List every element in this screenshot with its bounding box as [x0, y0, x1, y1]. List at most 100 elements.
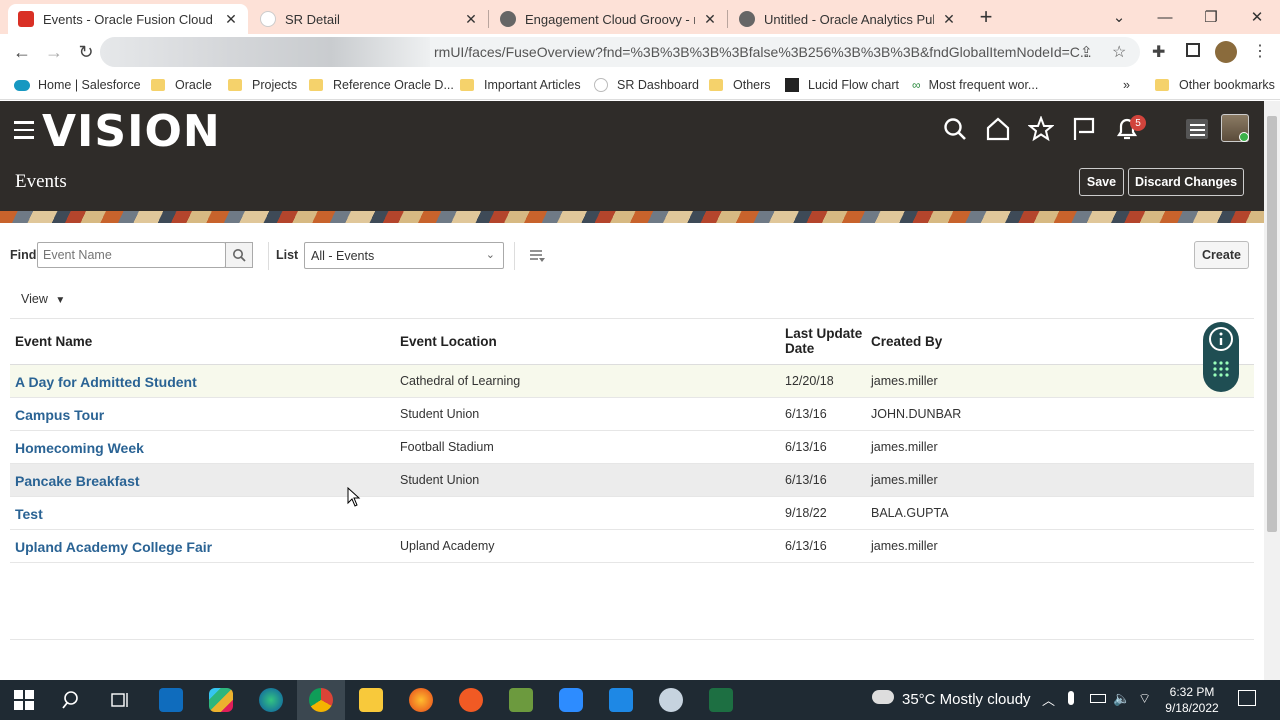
- event-name-link[interactable]: Upland Academy College Fair: [15, 539, 212, 555]
- search-icon[interactable]: [942, 116, 968, 142]
- edge-icon[interactable]: [259, 688, 283, 712]
- event-name-link[interactable]: A Day for Admitted Student: [15, 374, 197, 390]
- last-update-date: 6/13/16: [785, 440, 827, 454]
- home-icon[interactable]: [985, 116, 1011, 142]
- profile-avatar-icon[interactable]: [1215, 41, 1237, 63]
- close-icon[interactable]: ✕: [464, 11, 478, 28]
- bookmark-reference[interactable]: Reference Oracle D...: [309, 76, 454, 94]
- taskbar-search-icon[interactable]: [62, 690, 82, 710]
- column-header-event-name[interactable]: Event Name: [15, 334, 92, 349]
- tab-divider: [727, 10, 728, 28]
- back-icon[interactable]: ←: [10, 40, 34, 64]
- restore-button[interactable]: ❐: [1188, 4, 1234, 30]
- table-row[interactable]: Upland Academy College Fair Upland Acade…: [10, 530, 1254, 563]
- volume-icon[interactable]: 🔈: [1113, 690, 1130, 707]
- favorites-star-icon[interactable]: [1028, 116, 1054, 142]
- table-row[interactable]: Campus Tour Student Union 6/13/16 JOHN.D…: [10, 398, 1254, 431]
- tab-search-icon[interactable]: ⌄: [1096, 4, 1142, 30]
- bookmark-sr-dashboard[interactable]: SR Dashboard: [594, 76, 699, 94]
- event-name-link[interactable]: Campus Tour: [15, 407, 104, 423]
- settings-list-icon[interactable]: [1184, 116, 1210, 142]
- bookmark-lucid[interactable]: Lucid Flow chart: [785, 76, 899, 94]
- snip-icon[interactable]: [659, 688, 683, 712]
- column-header-last-update-date[interactable]: Last Update Date: [785, 326, 862, 356]
- hamburger-menu-icon[interactable]: [14, 121, 34, 139]
- firefox-icon[interactable]: [409, 688, 433, 712]
- view-menu[interactable]: View ▼: [21, 292, 65, 306]
- postman-icon[interactable]: [459, 688, 483, 712]
- table-row[interactable]: Test 9/18/22 BALA.GUPTA: [10, 497, 1254, 530]
- slack-icon[interactable]: [209, 688, 233, 712]
- windows-start-icon[interactable]: [14, 690, 34, 710]
- divider: [268, 242, 269, 270]
- chrome-icon[interactable]: [309, 688, 333, 712]
- bookmark-others[interactable]: Others: [709, 76, 771, 94]
- side-panel-icon[interactable]: [1186, 43, 1200, 57]
- minimize-button[interactable]: —: [1142, 4, 1188, 30]
- browser-tab-groovy[interactable]: Engagement Cloud Groovy - repl ✕: [490, 4, 727, 34]
- scrollbar-thumb[interactable]: [1267, 116, 1277, 532]
- info-icon[interactable]: [1208, 326, 1234, 352]
- forward-icon[interactable]: →: [42, 40, 66, 64]
- bookmark-label: Other bookmarks: [1179, 78, 1275, 92]
- table-row[interactable]: Homecoming Week Football Stadium 6/13/16…: [10, 431, 1254, 464]
- excel-icon[interactable]: [709, 688, 733, 712]
- browser-tab-events[interactable]: Events - Oracle Fusion Cloud App ✕: [8, 4, 248, 34]
- chevron-up-icon[interactable]: ︿: [1042, 690, 1055, 709]
- filter-settings-icon[interactable]: [528, 247, 546, 265]
- extensions-icon[interactable]: ✚: [1152, 42, 1165, 62]
- watchlist-flag-icon[interactable]: [1071, 116, 1097, 142]
- bookmark-most-frequent[interactable]: ∞ Most frequent wor...: [912, 76, 1038, 94]
- event-location: Upland Academy: [400, 539, 495, 553]
- task-view-icon[interactable]: [110, 690, 130, 710]
- bookmark-star-icon[interactable]: ☆: [1112, 42, 1126, 62]
- last-update-date: 6/13/16: [785, 473, 827, 487]
- find-event-name-input[interactable]: [37, 242, 226, 268]
- battery-icon[interactable]: [1090, 694, 1106, 703]
- close-icon[interactable]: ✕: [703, 11, 717, 28]
- close-window-button[interactable]: ✕: [1234, 4, 1280, 30]
- clock[interactable]: 6:32 PM 9/18/2022: [1160, 684, 1224, 716]
- list-select[interactable]: All - Events ⌄: [304, 242, 504, 269]
- bookmark-label: Lucid Flow chart: [808, 78, 900, 92]
- browser-tab-analytics[interactable]: Untitled - Oracle Analytics Publis ✕: [729, 4, 966, 34]
- reload-icon[interactable]: ↻: [74, 40, 98, 64]
- microphone-icon[interactable]: [1068, 691, 1074, 705]
- table-row[interactable]: Pancake Breakfast Student Union 6/13/16 …: [10, 464, 1254, 497]
- browser-toolbar: ← → ↻ rmUI/faces/FuseOverview?fnd=%3B%3B…: [0, 34, 1280, 70]
- other-bookmarks[interactable]: Other bookmarks: [1155, 76, 1275, 94]
- bookmark-important-articles[interactable]: Important Articles: [460, 76, 581, 94]
- grid-dots-icon[interactable]: [1212, 360, 1230, 378]
- notepad-icon[interactable]: [509, 688, 533, 712]
- column-header-event-location[interactable]: Event Location: [400, 334, 497, 349]
- address-bar[interactable]: rmUI/faces/FuseOverview?fnd=%3B%3B%3B%3B…: [100, 37, 1140, 67]
- browser-tab-sr-detail[interactable]: SR Detail ✕: [250, 4, 488, 34]
- find-search-button[interactable]: [225, 242, 253, 268]
- share-icon[interactable]: ⇪: [1080, 43, 1093, 61]
- sharex-icon[interactable]: [609, 688, 633, 712]
- file-explorer-icon[interactable]: [359, 688, 383, 712]
- event-name-link[interactable]: Test: [15, 506, 43, 522]
- bookmark-salesforce[interactable]: Home | Salesforce: [14, 76, 141, 94]
- event-name-link[interactable]: Homecoming Week: [15, 440, 144, 456]
- bookmark-oracle[interactable]: Oracle: [151, 76, 212, 94]
- discard-changes-button[interactable]: Discard Changes: [1128, 168, 1244, 196]
- menu-icon[interactable]: ⋮: [1252, 41, 1268, 61]
- wifi-icon[interactable]: ⌔: [1138, 690, 1151, 708]
- column-header-created-by[interactable]: Created By: [871, 334, 942, 349]
- notification-center-icon[interactable]: [1238, 690, 1256, 706]
- more-bookmarks-button[interactable]: »: [1123, 76, 1130, 94]
- table-row[interactable]: A Day for Admitted Student Cathedral of …: [10, 365, 1254, 398]
- zoom-icon[interactable]: [559, 688, 583, 712]
- outlook-icon[interactable]: [159, 688, 183, 712]
- bookmark-projects[interactable]: Projects: [228, 76, 297, 94]
- close-icon[interactable]: ✕: [224, 11, 238, 28]
- create-button[interactable]: Create: [1194, 241, 1249, 269]
- weather-text[interactable]: 35°C Mostly cloudy: [902, 691, 1031, 708]
- help-panel[interactable]: [1203, 322, 1239, 392]
- close-icon[interactable]: ✕: [942, 11, 956, 28]
- new-tab-button[interactable]: +: [966, 4, 1006, 30]
- event-name-link[interactable]: Pancake Breakfast: [15, 473, 140, 489]
- last-update-date: 9/18/22: [785, 506, 827, 520]
- save-button[interactable]: Save: [1079, 168, 1124, 196]
